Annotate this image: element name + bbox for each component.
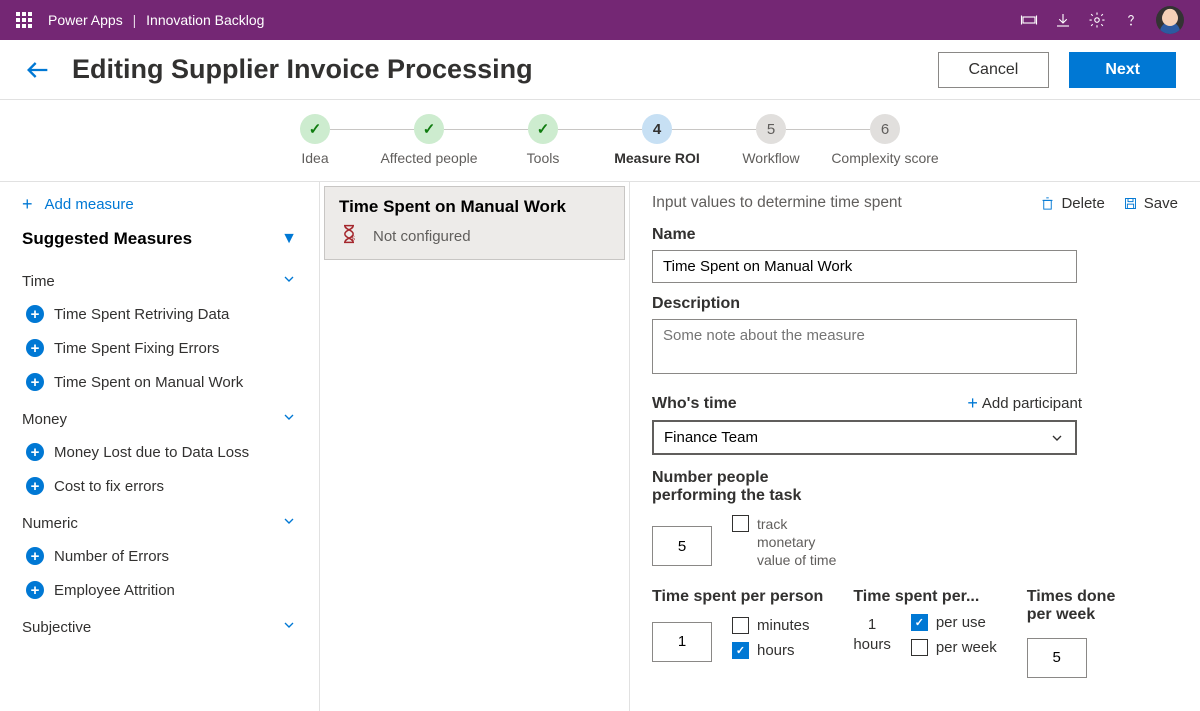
- description-label: Description: [652, 295, 1178, 313]
- category-time[interactable]: Time: [22, 261, 297, 297]
- time-spent-per-label: Time spent per...: [853, 588, 996, 606]
- stepper: Idea Affected people Tools 4Measure ROI …: [0, 100, 1200, 182]
- settings-icon[interactable]: [1080, 0, 1114, 40]
- category-money[interactable]: Money: [22, 399, 297, 435]
- next-button[interactable]: Next: [1069, 52, 1176, 88]
- help-icon[interactable]: [1114, 0, 1148, 40]
- measure-item[interactable]: +Time Spent Fixing Errors: [22, 331, 297, 365]
- measure-item[interactable]: +Money Lost due to Data Loss: [22, 435, 297, 469]
- page-title: Editing Supplier Invoice Processing: [72, 54, 533, 85]
- plus-icon: +: [22, 194, 33, 215]
- category-numeric[interactable]: Numeric: [22, 503, 297, 539]
- plus-icon: +: [967, 393, 978, 414]
- track-monetary-checkbox[interactable]: [732, 515, 749, 532]
- topbar-title: Power Apps | Innovation Backlog: [48, 12, 264, 28]
- form-hint: Input values to determine time spent: [652, 194, 1022, 212]
- fit-icon[interactable]: [1012, 0, 1046, 40]
- description-input[interactable]: [652, 319, 1077, 374]
- cancel-button[interactable]: Cancel: [938, 52, 1050, 88]
- add-circle-icon: +: [26, 305, 44, 323]
- page-header: Editing Supplier Invoice Processing Canc…: [0, 40, 1200, 100]
- chevron-down-icon: [1049, 430, 1065, 446]
- back-arrow-icon[interactable]: [24, 56, 52, 84]
- whos-time-select[interactable]: Finance Team: [652, 420, 1077, 455]
- add-circle-icon: +: [26, 477, 44, 495]
- track-monetary-label: track monetary value of time: [757, 515, 842, 570]
- num-people-label: Number people performing the task: [652, 469, 842, 509]
- svg-text:$: $: [351, 234, 356, 243]
- time-per-person-label: Time spent per person: [652, 588, 823, 606]
- category-subjective[interactable]: Subjective: [22, 607, 297, 643]
- selected-measures-panel: Time Spent on Manual Work $ Not configur…: [320, 182, 630, 711]
- user-avatar[interactable]: [1156, 6, 1184, 34]
- measure-item[interactable]: +Number of Errors: [22, 539, 297, 573]
- minutes-checkbox[interactable]: [732, 617, 749, 634]
- step-tools[interactable]: Tools: [486, 114, 600, 167]
- time-spent-per-value: 1hours: [853, 615, 891, 654]
- step-affected-people[interactable]: Affected people: [372, 114, 486, 167]
- name-label: Name: [652, 226, 1178, 244]
- times-done-label: Times done per week: [1027, 588, 1117, 624]
- measure-item[interactable]: +Time Spent Retriving Data: [22, 297, 297, 331]
- selected-measure-status-text: Not configured: [373, 228, 471, 245]
- name-input[interactable]: [652, 250, 1077, 283]
- add-circle-icon: +: [26, 373, 44, 391]
- chevron-down-icon: [281, 617, 297, 637]
- app-launcher-icon[interactable]: [16, 12, 32, 28]
- step-workflow[interactable]: 5Workflow: [714, 114, 828, 167]
- measure-item[interactable]: +Cost to fix errors: [22, 469, 297, 503]
- download-icon[interactable]: [1046, 0, 1080, 40]
- step-complexity[interactable]: 6Complexity score: [828, 114, 942, 167]
- add-circle-icon: +: [26, 443, 44, 461]
- per-week-checkbox[interactable]: [911, 639, 928, 656]
- selected-measure-card[interactable]: Time Spent on Manual Work $ Not configur…: [324, 186, 625, 260]
- hourglass-money-icon: $: [339, 223, 359, 249]
- step-measure-roi[interactable]: 4Measure ROI: [600, 114, 714, 167]
- filter-icon[interactable]: ▼: [281, 230, 297, 248]
- chevron-down-icon: [281, 271, 297, 291]
- whos-time-label: Who's time: [652, 395, 737, 413]
- save-button[interactable]: Save: [1123, 195, 1178, 212]
- top-bar: Power Apps | Innovation Backlog: [0, 0, 1200, 40]
- add-measure-button[interactable]: + Add measure: [22, 194, 297, 215]
- add-participant-button[interactable]: +Add participant: [967, 393, 1082, 414]
- time-per-person-input[interactable]: [652, 622, 712, 662]
- add-circle-icon: +: [26, 581, 44, 599]
- times-done-input[interactable]: [1027, 638, 1087, 678]
- hours-checkbox[interactable]: [732, 642, 749, 659]
- measure-item[interactable]: +Time Spent on Manual Work: [22, 365, 297, 399]
- selected-measure-title: Time Spent on Manual Work: [339, 197, 610, 217]
- add-circle-icon: +: [26, 339, 44, 357]
- chevron-down-icon: [281, 409, 297, 429]
- step-idea[interactable]: Idea: [258, 114, 372, 167]
- add-circle-icon: +: [26, 547, 44, 565]
- delete-button[interactable]: Delete: [1040, 195, 1104, 212]
- suggested-measures-header: Suggested Measures ▼: [22, 225, 297, 261]
- measure-item[interactable]: +Employee Attrition: [22, 573, 297, 607]
- measure-form: Input values to determine time spent Del…: [630, 182, 1200, 711]
- chevron-down-icon: [281, 513, 297, 533]
- num-people-input[interactable]: [652, 526, 712, 566]
- measures-sidebar: + Add measure Suggested Measures ▼ Time …: [0, 182, 320, 711]
- per-use-checkbox[interactable]: [911, 614, 928, 631]
